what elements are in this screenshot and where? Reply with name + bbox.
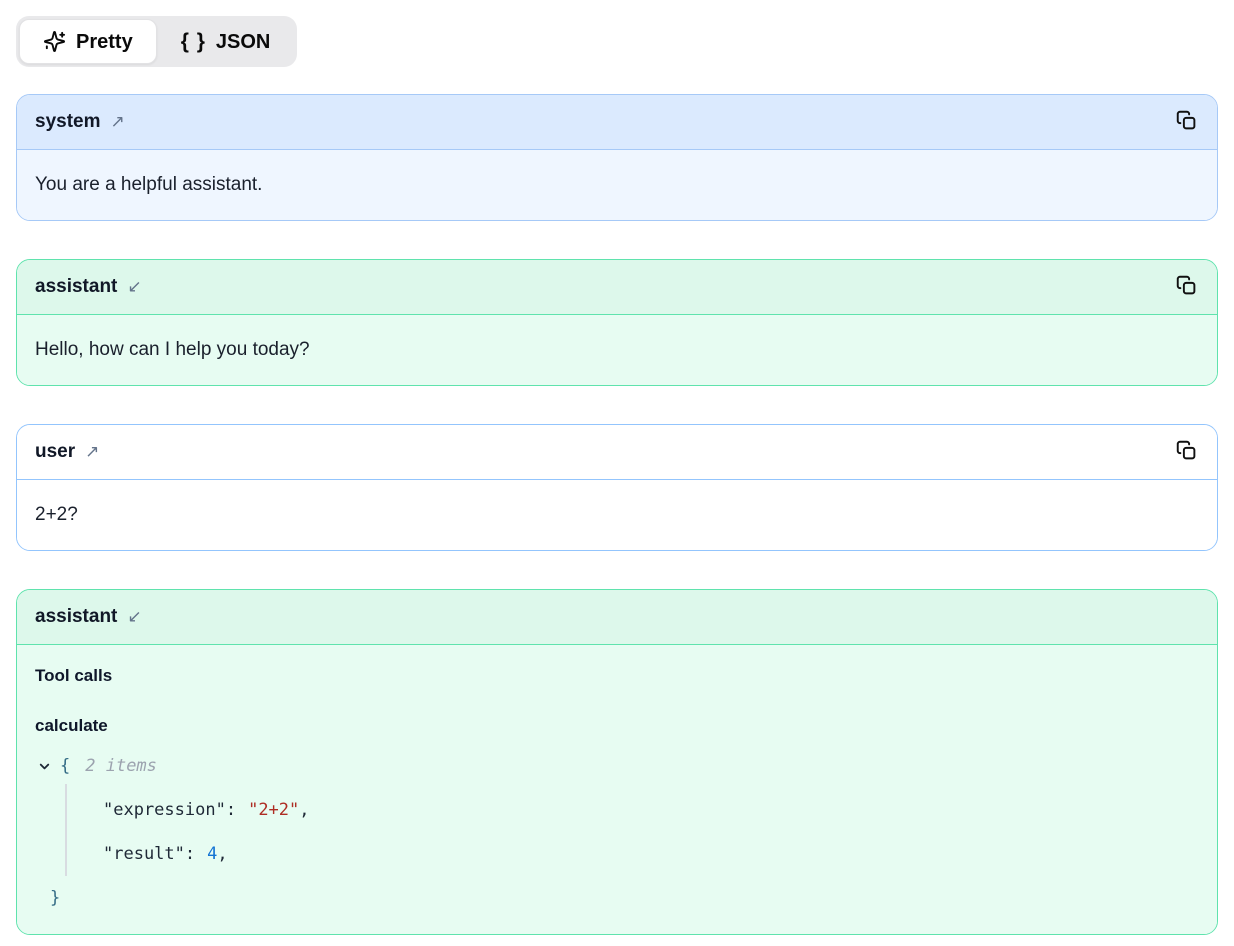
toggle-pretty[interactable]: Pretty (19, 19, 157, 64)
chevron-down-icon[interactable] (37, 759, 52, 774)
close-brace: } (50, 884, 60, 912)
role-label: assistant (35, 603, 117, 631)
message-content: You are a helpful assistant. (17, 150, 1217, 220)
indent-guide (65, 784, 67, 876)
json-entry-row: "expression": "2+2", (35, 788, 1199, 832)
json-value-number: 4 (207, 840, 217, 868)
json-colon: : (185, 840, 195, 868)
open-brace: { (60, 752, 70, 780)
json-key: "expression" (103, 796, 226, 824)
json-value-string: "2+2" (248, 796, 299, 824)
card-header: user ↗ (17, 425, 1217, 480)
json-viewer: { 2 items "expression": "2+2", "result":4… (35, 744, 1199, 920)
arrow-down-left-icon: ↙ (127, 273, 141, 301)
toggle-pretty-label: Pretty (76, 29, 133, 55)
tool-name: calculate (35, 714, 1199, 738)
copy-icon (1176, 440, 1197, 464)
json-comma: , (217, 840, 227, 868)
copy-icon (1176, 110, 1197, 134)
role-label: user (35, 438, 75, 466)
tool-calls-title: Tool calls (35, 664, 1199, 688)
message-content: Hello, how can I help you today? (17, 315, 1217, 385)
view-toggle: Pretty { } JSON (16, 16, 297, 67)
message-card-assistant-toolcall: assistant ↙ Tool calls calculate { 2 ite… (16, 589, 1218, 935)
json-key: "result" (103, 840, 185, 868)
card-header: assistant ↙ (17, 590, 1217, 645)
json-root-row: { 2 items (35, 744, 1199, 788)
message-card-system: system ↗ You are a helpful assistant. (16, 94, 1218, 221)
braces-icon: { } (181, 28, 206, 55)
role-label: assistant (35, 273, 117, 301)
toggle-json-label: JSON (216, 29, 270, 55)
card-header: assistant ↙ (17, 260, 1217, 315)
copy-button[interactable] (1174, 273, 1199, 301)
items-count-label: 2 items (85, 752, 157, 780)
toggle-json[interactable]: { } JSON (157, 19, 295, 64)
message-content: 2+2? (17, 480, 1217, 550)
json-comma: , (299, 796, 309, 824)
sparkles-icon (43, 30, 66, 53)
copy-icon (1176, 275, 1197, 299)
json-entry-row: "result":4, (35, 832, 1199, 876)
json-close-row: } (35, 876, 1199, 920)
message-card-user: user ↗ 2+2? (16, 424, 1218, 551)
copy-button[interactable] (1174, 438, 1199, 466)
copy-button[interactable] (1174, 108, 1199, 136)
message-card-assistant: assistant ↙ Hello, how can I help you to… (16, 259, 1218, 386)
arrow-down-left-icon: ↙ (127, 603, 141, 631)
json-colon: : (226, 796, 236, 824)
role-label: system (35, 108, 101, 136)
transcript-page: Pretty { } JSON system ↗ You are a helpf… (0, 0, 1234, 943)
card-header: system ↗ (17, 95, 1217, 150)
arrow-up-right-icon: ↗ (85, 438, 99, 466)
tool-calls-section: Tool calls calculate { 2 items "expressi… (17, 645, 1217, 934)
arrow-up-right-icon: ↗ (111, 108, 125, 136)
